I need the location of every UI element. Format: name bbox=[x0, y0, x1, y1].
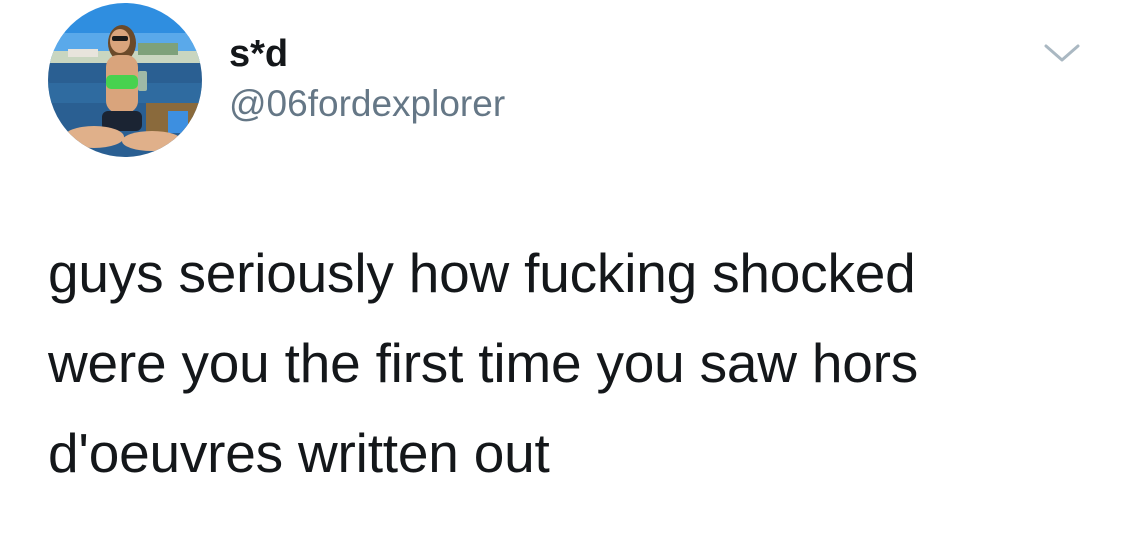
tweet-menu-button[interactable] bbox=[1040, 38, 1084, 68]
tweet-card: s*d @06fordexplorer guys seriously how f… bbox=[0, 0, 1125, 535]
tweet-text-line: guys seriously how fucking shocked bbox=[48, 242, 916, 304]
avatar-photo bbox=[48, 3, 202, 157]
tweet-text-line: d'oeuvres written out bbox=[48, 422, 550, 484]
user-handle[interactable]: @06fordexplorer bbox=[229, 82, 505, 126]
profile-avatar[interactable] bbox=[48, 3, 202, 157]
display-name[interactable]: s*d bbox=[229, 32, 288, 76]
chevron-down-icon bbox=[1044, 44, 1080, 62]
tweet-text: guys seriously how fucking shocked were … bbox=[48, 228, 1088, 498]
tweet-text-line: were you the first time you saw hors bbox=[48, 332, 919, 394]
